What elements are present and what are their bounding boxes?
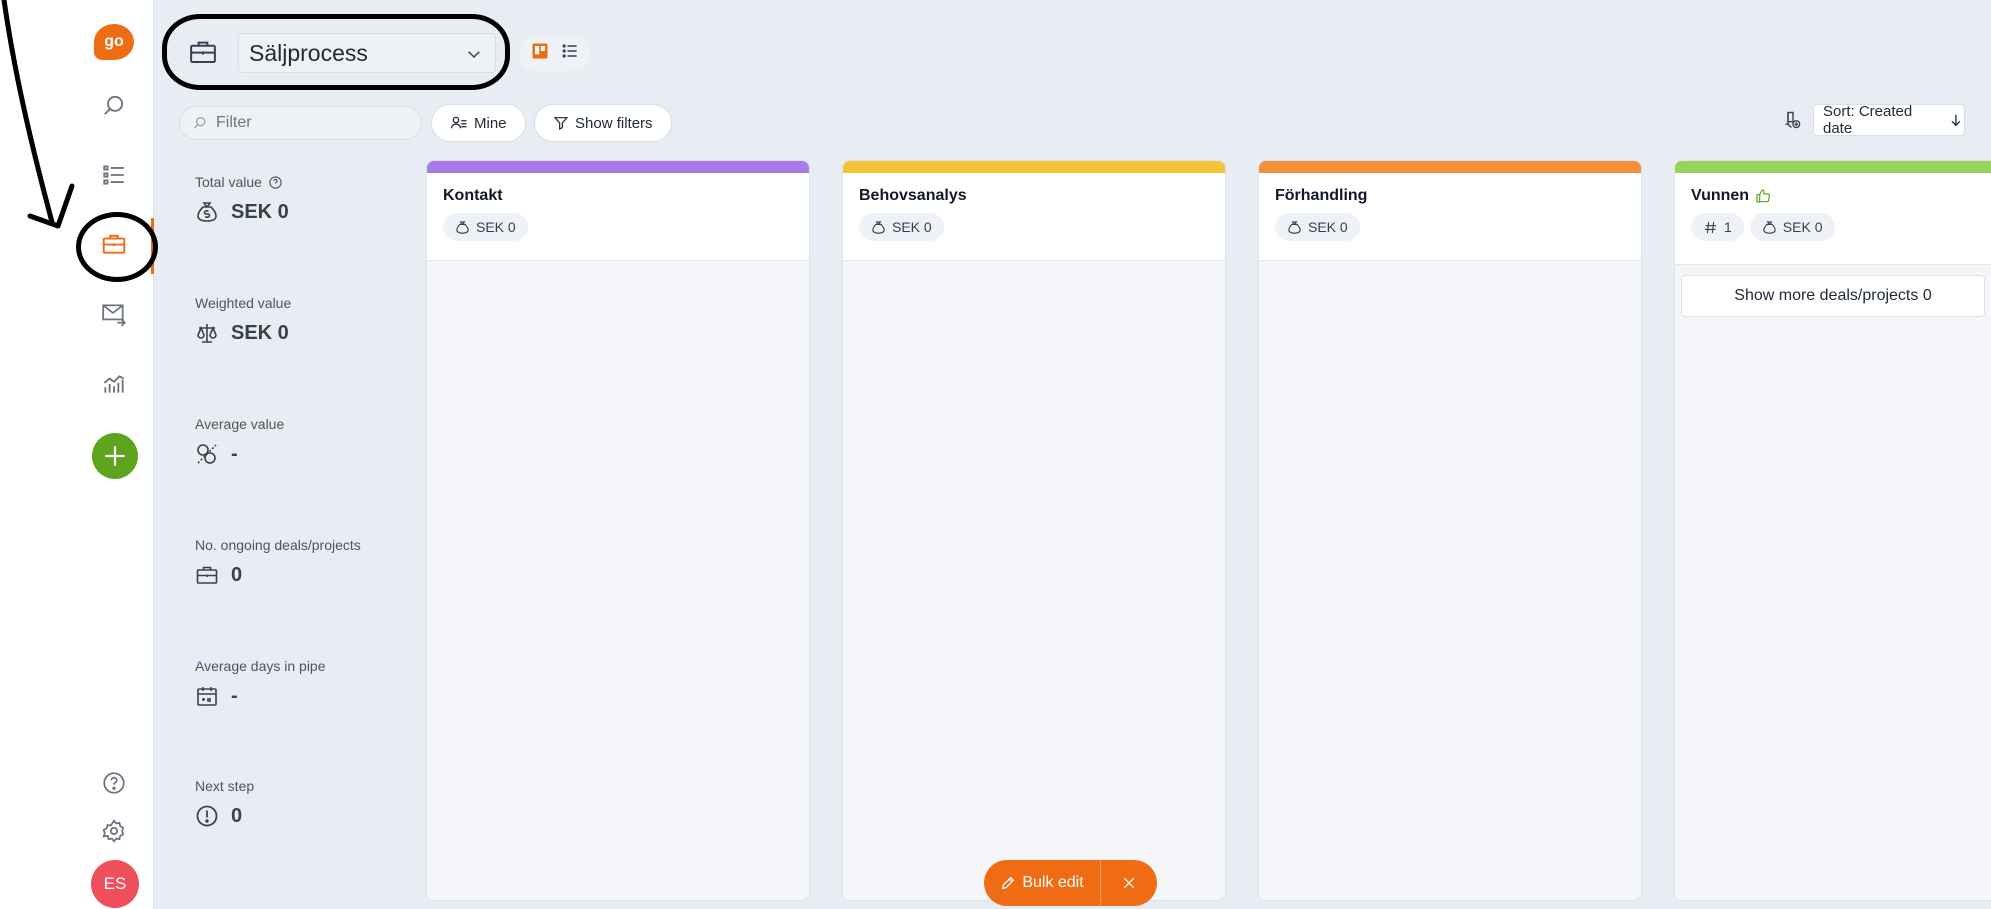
stage-color-bar (1259, 161, 1641, 173)
sort-button[interactable]: Sort: Created date (1813, 103, 1965, 137)
money-bag-icon (1288, 220, 1301, 234)
bulk-edit-button[interactable]: Bulk edit (984, 860, 1101, 906)
sort-label: Sort: Created date (1823, 103, 1913, 137)
stat-total-value: Total value SEK 0 (195, 174, 395, 224)
active-indicator (151, 218, 154, 274)
stat-value: - (231, 684, 238, 707)
search-icon[interactable] (96, 88, 132, 124)
add-button[interactable] (92, 433, 138, 479)
stage-title: Kontakt (443, 187, 503, 204)
stat-value: SEK 0 (231, 200, 289, 223)
calendar-icon (197, 687, 217, 706)
stat-average-days: Average days in pipe - (195, 658, 395, 708)
stage-value-chip: SEK 0 (859, 213, 944, 241)
stage-title: Förhandling (1275, 187, 1368, 204)
pencil-icon (1002, 876, 1015, 890)
stage-column-forhandling: Förhandling SEK 0 (1258, 160, 1642, 901)
stage-value: SEK 0 (476, 219, 516, 235)
mine-button[interactable]: Mine (431, 104, 526, 142)
filter-input[interactable] (216, 114, 406, 132)
help-icon[interactable] (96, 765, 132, 801)
stat-ongoing-deals: No. ongoing deals/projects 0 (195, 537, 395, 587)
stage-header: Förhandling SEK 0 (1259, 173, 1641, 261)
pipeline-select[interactable]: Säljprocess (238, 33, 496, 73)
show-more-button[interactable]: Show more deals/projects 0 (1681, 275, 1985, 317)
stage-column-behovsanalys: Behovsanalys SEK 0 (842, 160, 1226, 901)
show-filters-button[interactable]: Show filters (534, 104, 672, 142)
briefcase-icon (196, 566, 218, 584)
stat-next-step: Next step 0 (195, 778, 395, 828)
stat-label: Next step (195, 778, 255, 794)
hash-icon (1704, 221, 1717, 233)
stat-value: 0 (231, 804, 243, 827)
settings-icon[interactable] (96, 813, 132, 849)
bulk-edit-label: Bulk edit (1022, 874, 1084, 891)
left-rail: go ES (0, 0, 154, 909)
coins-icon (197, 444, 217, 464)
alert-icon (196, 805, 218, 827)
stage-value: SEK 0 (1782, 219, 1823, 235)
bulk-edit-bar: Bulk edit (984, 860, 1157, 906)
money-bag-icon (1763, 220, 1776, 234)
money-bag-icon (456, 220, 469, 234)
stat-label: Weighted value (195, 295, 292, 311)
filter-icon (553, 117, 569, 130)
sort-options-icon[interactable] (1780, 107, 1806, 133)
stage-color-bar (843, 161, 1225, 173)
show-filters-label: Show filters (575, 114, 653, 132)
stage-color-bar (1675, 161, 1991, 173)
stat-value: - (231, 442, 238, 465)
stage-count: 1 (1724, 219, 1732, 235)
board-view-icon[interactable] (530, 41, 550, 66)
mine-label: Mine (474, 114, 507, 132)
chevron-down-icon (468, 51, 480, 59)
app-logo[interactable]: go (94, 24, 134, 64)
view-toggle (519, 35, 591, 71)
stat-label: No. ongoing deals/projects (195, 537, 361, 553)
briefcase-icon[interactable] (96, 226, 132, 262)
stage-value: SEK 0 (892, 219, 932, 235)
scale-icon (197, 324, 217, 343)
pipeline-name: Säljprocess (249, 39, 368, 66)
close-icon[interactable] (1101, 860, 1157, 906)
pipeline-icon-button[interactable] (178, 30, 228, 74)
stage-value-chip: SEK 0 (1749, 213, 1835, 241)
stage-column-kontakt: Kontakt SEK 0 (426, 160, 810, 901)
list-icon[interactable] (96, 157, 132, 193)
money-bag-icon (197, 202, 217, 222)
chart-icon[interactable] (96, 366, 132, 402)
stage-value: SEK 0 (1308, 219, 1348, 235)
stat-value: SEK 0 (231, 321, 289, 344)
logo-text: go (94, 24, 134, 60)
mail-forward-icon[interactable] (96, 296, 132, 332)
stat-label: Average days in pipe (195, 658, 326, 674)
stage-title: Behovsanalys (859, 187, 967, 204)
stage-title: Vunnen (1691, 187, 1750, 204)
help-icon[interactable] (268, 175, 283, 190)
stage-value-chip: SEK 0 (443, 213, 528, 241)
stage-header: Behovsanalys SEK 0 (843, 173, 1225, 261)
stat-label: Total value (195, 174, 262, 190)
stat-average-value: Average value - (195, 416, 395, 466)
stage-header: Kontakt SEK 0 (427, 173, 809, 261)
user-list-icon (450, 116, 467, 129)
stage-value-chip: SEK 0 (1275, 213, 1360, 241)
search-icon (193, 117, 206, 129)
stage-header: Vunnen 1 SEK 0 (1675, 173, 1991, 265)
stage-count-chip: 1 (1691, 213, 1744, 241)
filter-box (179, 106, 422, 140)
stage-color-bar (427, 161, 809, 173)
stat-label: Average value (195, 416, 285, 432)
list-view-icon[interactable] (560, 41, 580, 66)
stage-column-vunnen: Vunnen 1 SEK 0 Show more deals/projects … (1674, 160, 1991, 901)
thumbs-up-icon (1756, 189, 1771, 203)
money-bag-icon (872, 220, 885, 234)
avatar[interactable]: ES (91, 860, 139, 908)
arrow-down-icon (1951, 114, 1961, 127)
stat-weighted-value: Weighted value SEK 0 (195, 295, 395, 345)
stat-value: 0 (231, 563, 243, 586)
